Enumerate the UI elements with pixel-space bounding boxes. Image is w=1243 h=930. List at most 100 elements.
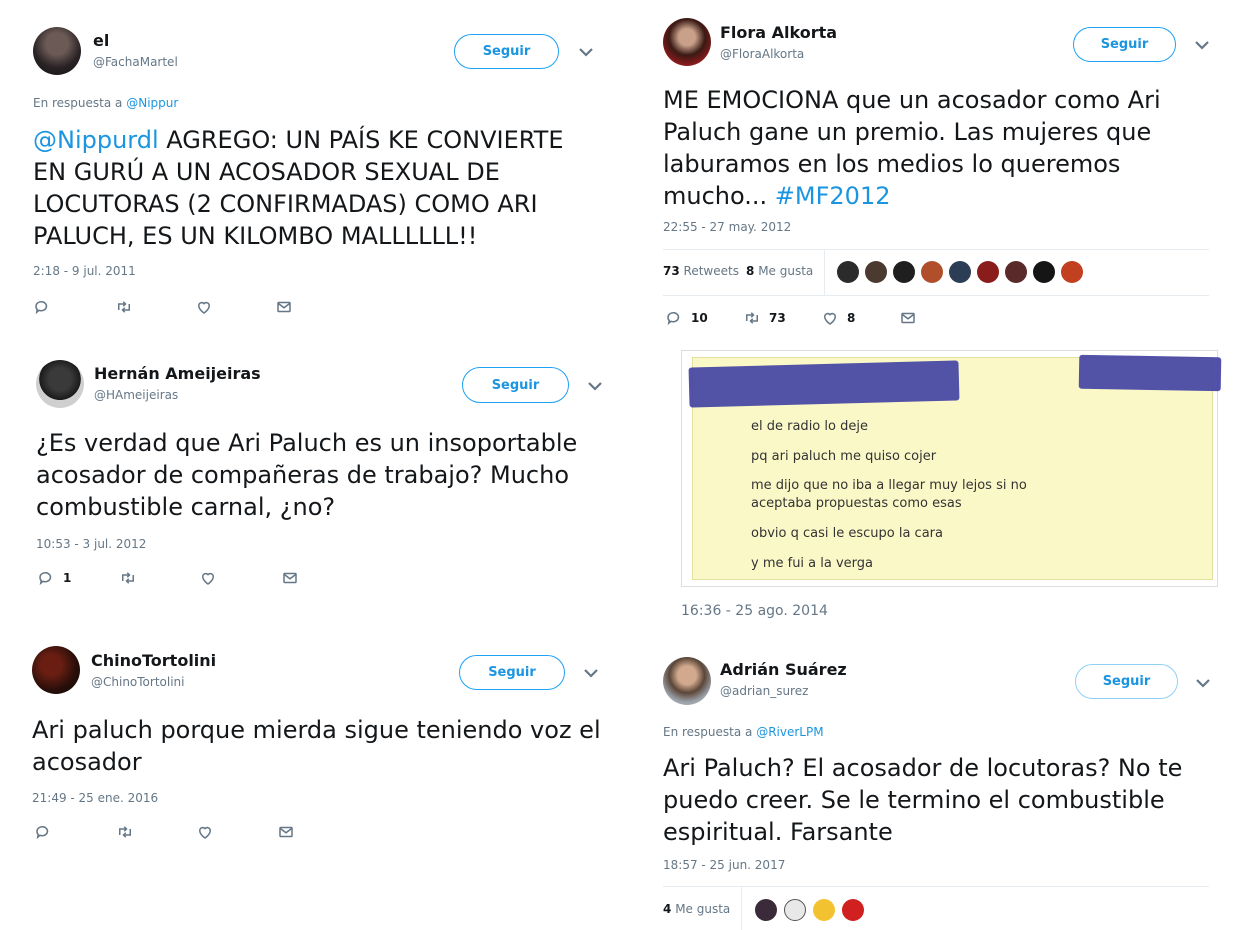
reply-icon bbox=[665, 309, 683, 327]
avatar[interactable] bbox=[663, 657, 711, 705]
reply-icon bbox=[34, 823, 52, 841]
user-name[interactable]: el bbox=[93, 31, 109, 50]
reply-icon bbox=[37, 569, 55, 587]
like-stat-label: Me gusta bbox=[675, 902, 731, 916]
reply-icon bbox=[33, 298, 51, 316]
liker-avatar[interactable] bbox=[755, 899, 777, 921]
divider-vertical bbox=[824, 249, 825, 295]
reply-count: 10 bbox=[691, 311, 708, 325]
heart-icon bbox=[195, 298, 213, 316]
user-name[interactable]: Flora Alkorta bbox=[720, 23, 837, 42]
retweet-button[interactable] bbox=[119, 569, 137, 587]
user-handle[interactable]: @FloraAlkorta bbox=[720, 47, 804, 61]
liker-avatar[interactable] bbox=[921, 261, 943, 283]
user-handle[interactable]: @adrian_surez bbox=[720, 684, 808, 698]
timestamp[interactable]: 18:57 - 25 jun. 2017 bbox=[663, 858, 785, 872]
heart-icon bbox=[196, 823, 214, 841]
user-handle[interactable]: @FachaMartel bbox=[93, 55, 178, 69]
follow-button[interactable]: Seguir bbox=[1075, 664, 1178, 699]
dm-button[interactable] bbox=[281, 569, 299, 587]
liker-avatar[interactable] bbox=[1033, 261, 1055, 283]
chat-screenshot[interactable]: el de radio lo deje pq ari paluch me qui… bbox=[681, 350, 1222, 587]
reply-prefix: En respuesta a bbox=[663, 725, 757, 739]
reply-user-link[interactable]: @RiverLPM bbox=[756, 725, 823, 739]
retweet-stat[interactable]: 73 Retweets bbox=[663, 264, 739, 278]
user-handle[interactable]: @HAmeijeiras bbox=[94, 388, 178, 402]
avatar[interactable] bbox=[36, 360, 84, 408]
avatar[interactable] bbox=[33, 27, 81, 75]
follow-button[interactable]: Seguir bbox=[454, 34, 559, 69]
liker-avatar[interactable] bbox=[949, 261, 971, 283]
like-count: 8 bbox=[847, 311, 856, 325]
like-button[interactable] bbox=[199, 569, 217, 587]
timestamp[interactable]: 2:18 - 9 jul. 2011 bbox=[33, 264, 136, 278]
like-button[interactable]: 8 bbox=[821, 309, 855, 327]
tweet-actions: 10 73 8 bbox=[665, 309, 965, 329]
retweet-count: 73 bbox=[769, 311, 786, 325]
reply-button[interactable]: 10 bbox=[665, 309, 708, 327]
redaction bbox=[688, 360, 960, 408]
follow-button[interactable]: Seguir bbox=[462, 367, 569, 403]
retweet-button[interactable] bbox=[116, 823, 134, 841]
divider bbox=[663, 886, 1209, 887]
heart-icon bbox=[821, 309, 839, 327]
reply-context: En respuesta a @RiverLPM bbox=[663, 725, 824, 739]
chat-line: obvio q casi le escupo la cara bbox=[751, 526, 943, 541]
user-name[interactable]: ChinoTortolini bbox=[91, 651, 216, 670]
user-name[interactable]: Adrián Suárez bbox=[720, 660, 847, 679]
liker-avatar[interactable] bbox=[865, 261, 887, 283]
dm-button[interactable] bbox=[277, 823, 295, 841]
tweet-body: ME EMOCIONA que un acosador como Ari Pal… bbox=[663, 86, 1161, 210]
retweet-icon bbox=[115, 298, 133, 316]
liker-avatar[interactable] bbox=[813, 899, 835, 921]
chevron-down-icon[interactable] bbox=[581, 666, 601, 680]
liker-avatar[interactable] bbox=[837, 261, 859, 283]
dm-button[interactable] bbox=[275, 298, 293, 316]
retweet-stat-label: Retweets bbox=[683, 264, 739, 278]
chevron-down-icon[interactable] bbox=[576, 45, 596, 59]
like-stat[interactable]: 4 Me gusta bbox=[663, 902, 730, 916]
tweet-actions bbox=[34, 823, 334, 843]
chevron-down-icon[interactable] bbox=[585, 379, 605, 393]
reply-button[interactable]: 1 bbox=[37, 569, 71, 587]
follow-button[interactable]: Seguir bbox=[459, 655, 565, 690]
like-stat[interactable]: 8 Me gusta bbox=[746, 264, 813, 278]
timestamp[interactable]: 22:55 - 27 may. 2012 bbox=[663, 220, 791, 234]
timestamp[interactable]: 10:53 - 3 jul. 2012 bbox=[36, 537, 146, 551]
avatar[interactable] bbox=[32, 646, 80, 694]
dm-button[interactable] bbox=[899, 309, 917, 327]
liker-avatar[interactable] bbox=[784, 899, 806, 921]
like-button[interactable] bbox=[196, 823, 214, 841]
like-button[interactable] bbox=[195, 298, 213, 316]
liker-avatar[interactable] bbox=[893, 261, 915, 283]
user-name[interactable]: Hernán Ameijeiras bbox=[94, 364, 261, 383]
tweet-text: ME EMOCIONA que un acosador como Ari Pal… bbox=[663, 84, 1223, 212]
liker-avatar[interactable] bbox=[1061, 261, 1083, 283]
timestamp[interactable]: 16:36 - 25 ago. 2014 bbox=[681, 603, 828, 619]
tweet-text: Ari paluch porque mierda sigue teniendo … bbox=[32, 716, 601, 776]
redaction bbox=[1078, 354, 1222, 392]
chevron-down-icon[interactable] bbox=[1193, 676, 1213, 690]
reply-context: En respuesta a @Nippur bbox=[33, 96, 178, 110]
mention-link[interactable]: @Nippurdl bbox=[33, 126, 159, 154]
retweet-icon bbox=[743, 309, 761, 327]
retweet-button[interactable] bbox=[115, 298, 133, 316]
hashtag-link[interactable]: #MF2012 bbox=[775, 182, 891, 210]
liker-avatar[interactable] bbox=[977, 261, 999, 283]
retweet-button[interactable]: 73 bbox=[743, 309, 786, 327]
reply-button[interactable] bbox=[34, 823, 52, 841]
envelope-icon bbox=[281, 569, 299, 587]
chevron-down-icon[interactable] bbox=[1192, 38, 1212, 52]
retweet-icon bbox=[119, 569, 137, 587]
follow-button[interactable]: Seguir bbox=[1073, 27, 1176, 62]
liker-avatar[interactable] bbox=[1005, 261, 1027, 283]
avatar[interactable] bbox=[663, 18, 711, 66]
divider bbox=[663, 249, 1209, 250]
user-handle[interactable]: @ChinoTortolini bbox=[91, 675, 185, 689]
heart-icon bbox=[199, 569, 217, 587]
reply-user-link[interactable]: @Nippur bbox=[126, 96, 178, 110]
reply-button[interactable] bbox=[33, 298, 51, 316]
timestamp[interactable]: 21:49 - 25 ene. 2016 bbox=[32, 791, 158, 805]
liker-avatar[interactable] bbox=[842, 899, 864, 921]
chat-line: pq ari paluch me quiso cojer bbox=[751, 449, 937, 464]
